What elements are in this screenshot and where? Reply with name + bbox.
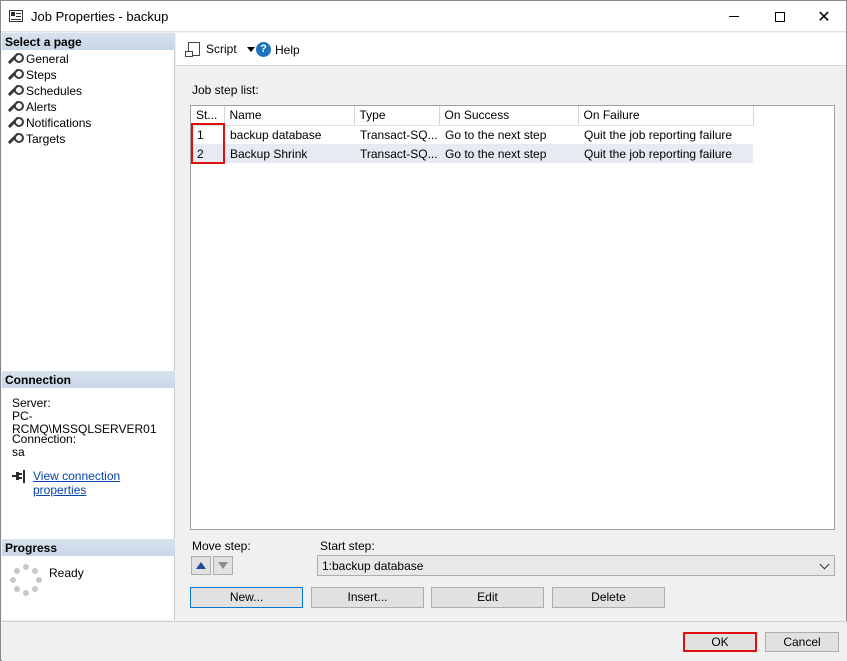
connection-info: Connection: sa — [12, 433, 76, 459]
progress-header: Progress — [2, 539, 175, 556]
job-step-grid[interactable]: St... Name Type On Success On Failure 1 … — [190, 105, 835, 530]
move-step-label: Move step: — [192, 539, 251, 553]
cell-step: 2 — [191, 144, 224, 163]
start-step-label: Start step: — [320, 539, 375, 553]
page-item-steps[interactable]: Steps — [2, 67, 175, 83]
cell-on-failure: Quit the job reporting failure — [584, 127, 733, 142]
help-icon: ? — [256, 42, 271, 57]
maximize-button[interactable] — [757, 1, 803, 32]
column-header-on-success[interactable]: On Success — [439, 106, 579, 126]
window-title: Job Properties - backup — [31, 9, 169, 24]
close-button[interactable]: ✕ — [801, 1, 847, 32]
window-app-icon — [9, 10, 23, 22]
help-button[interactable]: ? Help — [256, 42, 300, 57]
page-item-notifications[interactable]: Notifications — [2, 115, 175, 131]
left-pane: Select a page General Steps Schedules Al… — [2, 33, 175, 620]
server-label: Server: — [12, 396, 51, 410]
caret-down-icon[interactable] — [246, 46, 255, 52]
cell-type: Transact-SQ... — [360, 127, 438, 142]
server-info: Server: PC-RCMQ\MSSQLSERVER01 — [12, 397, 174, 436]
up-arrow-icon — [196, 562, 206, 569]
wrench-icon — [8, 69, 24, 81]
page-item-label: Notifications — [26, 116, 92, 130]
page-item-targets[interactable]: Targets — [2, 131, 175, 147]
page-item-alerts[interactable]: Alerts — [2, 99, 175, 115]
cell-on-failure: Quit the job reporting failure — [578, 144, 753, 163]
cell-step: 1 — [197, 127, 204, 142]
cell-name: backup database — [230, 127, 322, 142]
select-page-header: Select a page — [2, 33, 175, 50]
page-item-label: Alerts — [26, 100, 57, 114]
job-step-list-label: Job step list: — [192, 83, 259, 97]
ok-button[interactable]: OK — [683, 632, 757, 652]
wrench-icon — [8, 53, 24, 65]
cell-name: Backup Shrink — [224, 144, 354, 163]
page-item-label: Targets — [26, 132, 66, 146]
page-item-label: Steps — [26, 68, 57, 82]
page-item-label: General — [26, 52, 69, 66]
column-header-name[interactable]: Name — [224, 106, 355, 126]
table-row[interactable]: 2 Backup Shrink Transact-SQ... Go to the… — [191, 144, 753, 163]
edit-step-button[interactable]: Edit — [431, 587, 544, 608]
page-item-schedules[interactable]: Schedules — [2, 83, 175, 99]
minimize-icon — [729, 16, 739, 17]
job-step-table: St... Name Type On Success On Failure 1 … — [191, 106, 754, 163]
job-properties-window: Job Properties - backup ✕ Select a page … — [0, 0, 847, 661]
script-icon — [185, 42, 200, 57]
column-header-type[interactable]: Type — [354, 106, 440, 126]
start-step-select[interactable]: 1:backup database — [317, 555, 835, 576]
table-row[interactable]: 1 backup database Transact-SQ... Go to t… — [191, 125, 753, 144]
wrench-icon — [8, 133, 24, 145]
chevron-down-icon — [819, 559, 830, 570]
start-step-value: 1:backup database — [322, 559, 424, 573]
view-connection-properties-link[interactable]: View connection properties — [33, 469, 174, 497]
page-item-label: Schedules — [26, 84, 83, 98]
move-step-down-button[interactable] — [213, 556, 233, 575]
table-header-row: St... Name Type On Success On Failure — [191, 106, 754, 126]
minimize-button[interactable] — [711, 1, 757, 32]
page-list: General Steps Schedules Alerts Notificat… — [2, 51, 175, 147]
main-pane: Job step list: St... Name Type On Succes… — [176, 67, 846, 620]
new-step-button[interactable]: New... — [190, 587, 303, 608]
delete-step-button[interactable]: Delete — [552, 587, 665, 608]
close-icon: ✕ — [817, 8, 831, 26]
toolbar: Script ? Help — [176, 33, 846, 66]
wrench-icon — [8, 101, 24, 113]
dialog-footer: OK Cancel — [2, 621, 847, 661]
page-item-general[interactable]: General — [2, 51, 175, 67]
cell-on-success: Go to the next step — [439, 144, 578, 163]
move-step-up-button[interactable] — [191, 556, 211, 575]
progress-spinner-icon — [10, 564, 42, 596]
wrench-icon — [8, 117, 24, 129]
connection-value: sa — [12, 445, 25, 459]
progress-status: Ready — [49, 566, 84, 580]
cancel-button[interactable]: Cancel — [765, 632, 839, 652]
title-bar: Job Properties - backup ✕ — [1, 1, 846, 32]
down-arrow-icon — [218, 562, 228, 569]
connection-plug-icon — [12, 470, 26, 484]
cell-on-success: Go to the next step — [445, 127, 547, 142]
connection-header: Connection — [2, 371, 175, 388]
column-header-on-failure[interactable]: On Failure — [578, 106, 754, 126]
script-button[interactable]: Script — [185, 42, 255, 57]
wrench-icon — [8, 85, 24, 97]
column-header-step[interactable]: St... — [191, 106, 225, 126]
script-label: Script — [206, 42, 237, 56]
maximize-icon — [775, 11, 785, 22]
help-label: Help — [275, 42, 300, 57]
cell-type: Transact-SQ... — [354, 144, 439, 163]
insert-step-button[interactable]: Insert... — [311, 587, 424, 608]
